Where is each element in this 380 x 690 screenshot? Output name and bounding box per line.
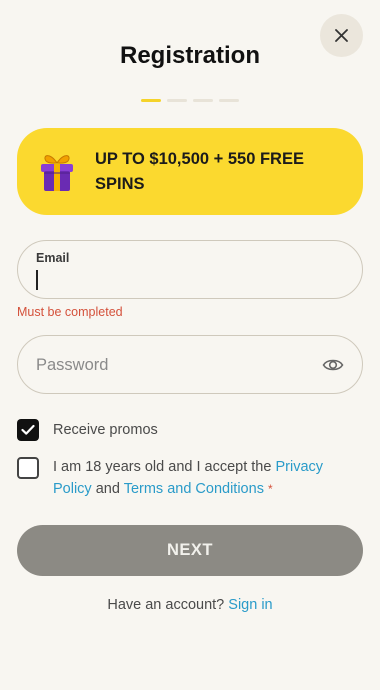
password-placeholder: Password (36, 356, 109, 374)
signin-link[interactable]: Sign in (228, 597, 272, 613)
step-3 (193, 99, 213, 102)
signin-row: Have an account? Sign in (0, 597, 380, 613)
email-error: Must be completed (17, 305, 123, 319)
signin-prompt: Have an account? (107, 597, 225, 613)
email-input[interactable] (36, 269, 336, 291)
promo-banner: UP TO $10,500 + 550 FREE SPINS (17, 128, 363, 215)
gift-icon (41, 154, 73, 191)
eye-icon[interactable] (322, 354, 344, 376)
step-indicator (141, 99, 239, 102)
checkmark-icon (21, 424, 35, 435)
password-field[interactable]: Password (17, 335, 363, 394)
terms-connector: and (95, 480, 120, 497)
step-2 (167, 99, 187, 102)
terms-label: I am 18 years old and I accept the Priva… (53, 457, 353, 500)
terms-checkbox[interactable] (17, 457, 39, 479)
required-mark: * (267, 481, 273, 496)
step-1 (141, 99, 161, 102)
promos-checkbox[interactable] (17, 419, 39, 441)
close-icon (335, 29, 348, 42)
terms-conditions-link[interactable]: Terms and Conditions (124, 481, 264, 497)
email-field[interactable]: Email (17, 240, 363, 299)
promo-text: UP TO $10,500 + 550 FREE SPINS (95, 149, 304, 193)
next-button[interactable]: NEXT (17, 525, 363, 576)
terms-text: I am 18 years old and I accept the (53, 459, 272, 475)
page-title: Registration (119, 42, 260, 69)
email-label: Email (36, 251, 70, 265)
promos-label: Receive promos (53, 422, 158, 438)
step-4 (219, 99, 239, 102)
